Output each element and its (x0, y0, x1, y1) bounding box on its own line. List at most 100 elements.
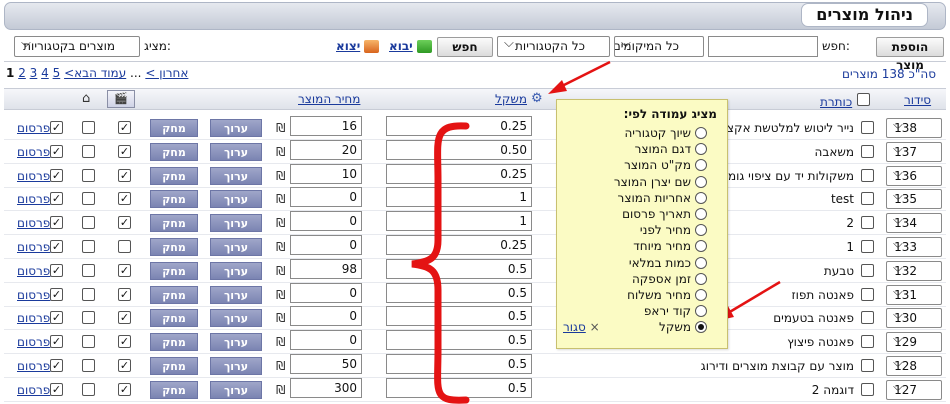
weight-input[interactable]: 1 (386, 187, 532, 208)
page-link-5[interactable]: 5 (53, 66, 61, 80)
weight-input[interactable]: 0.25 (386, 116, 532, 136)
publish-checkbox[interactable]: ✓ (50, 359, 63, 372)
row-checkbox[interactable] (861, 240, 874, 253)
popup-option-radio[interactable] (695, 224, 707, 237)
category-select[interactable]: כל הקטגוריות (497, 36, 610, 57)
row-checkbox[interactable] (861, 192, 874, 206)
edit-button[interactable]: ערוך (210, 238, 262, 256)
edit-button[interactable]: ערוך (210, 142, 262, 161)
popup-option-label[interactable]: אחריות המוצר (618, 191, 691, 205)
price-input[interactable]: 10 (290, 163, 362, 184)
delete-button[interactable]: מחק (150, 380, 198, 399)
popup-option-label[interactable]: כמות במלאי (629, 256, 691, 270)
delete-button[interactable]: מחק (150, 309, 198, 328)
image-column-icon[interactable]: 🎬 (107, 90, 135, 108)
flag-checkbox-b[interactable] (82, 121, 95, 134)
edit-button[interactable]: ערוך (210, 214, 262, 233)
publish-link[interactable]: פרסום (17, 240, 50, 254)
delete-button[interactable]: מחק (150, 142, 198, 161)
popup-option-label[interactable]: משקל (659, 320, 691, 334)
popup-option-label[interactable]: שם יצרן המוצר (614, 175, 691, 189)
row-checkbox[interactable] (861, 335, 874, 349)
popup-option-radio[interactable] (695, 272, 707, 285)
product-name[interactable]: פאנטה בטעמים (773, 311, 854, 325)
publish-link[interactable]: פרסום (17, 359, 50, 373)
order-select[interactable]: 130 (886, 308, 942, 329)
edit-button[interactable]: ערוך (210, 261, 262, 280)
delete-button[interactable]: מחק (150, 119, 198, 137)
flag-checkbox-a[interactable]: ✓ (118, 311, 131, 325)
flag-checkbox-a[interactable]: ✓ (118, 121, 131, 134)
popup-option-radio[interactable] (695, 321, 707, 334)
price-input[interactable]: 0 (290, 306, 362, 327)
order-select[interactable]: 133 (886, 237, 942, 257)
weight-input[interactable]: 0.5 (386, 306, 532, 327)
product-name[interactable]: 1 (846, 240, 854, 254)
publish-link[interactable]: פרסום (17, 311, 50, 325)
column-order[interactable]: סידור (904, 93, 931, 107)
product-name[interactable]: מוצר עם קבוצת מוצרים ודירוג (701, 359, 854, 373)
price-input[interactable]: 300 (290, 377, 362, 398)
weight-input[interactable]: 0.50 (386, 139, 532, 160)
flag-checkbox-a[interactable]: ✓ (118, 144, 131, 158)
select-all-checkbox[interactable] (857, 93, 870, 106)
column-price[interactable]: מחיר המוצר (298, 92, 360, 106)
column-weight[interactable]: משקל (495, 92, 527, 106)
publish-checkbox[interactable]: ✓ (50, 263, 63, 277)
flag-checkbox-b[interactable] (82, 359, 95, 372)
row-checkbox[interactable] (861, 263, 874, 277)
publish-checkbox[interactable]: ✓ (50, 168, 63, 182)
publish-link[interactable]: פרסום (17, 335, 50, 349)
product-name[interactable]: טבעת (824, 264, 854, 278)
popup-option-radio[interactable] (695, 240, 707, 253)
publish-checkbox[interactable]: ✓ (50, 382, 63, 396)
page-link-3[interactable]: 3 (30, 66, 38, 80)
edit-button[interactable]: ערוך (210, 357, 262, 375)
flag-checkbox-a[interactable]: ✓ (118, 359, 131, 372)
edit-button[interactable]: ערוך (210, 190, 262, 209)
price-input[interactable]: 16 (290, 116, 362, 136)
price-input[interactable]: 50 (290, 354, 362, 374)
weight-input[interactable]: 0.5 (386, 377, 532, 398)
flag-checkbox-a[interactable] (118, 240, 131, 253)
edit-button[interactable]: ערוך (210, 119, 262, 137)
import-link[interactable]: יבוא (389, 39, 432, 53)
popup-option-radio[interactable] (695, 175, 707, 188)
flag-checkbox-b[interactable] (82, 311, 95, 325)
price-input[interactable]: 0 (290, 211, 362, 232)
product-name[interactable]: משקולות יד עם ציפוי גומי (725, 169, 854, 183)
popup-close-link[interactable]: סגור (563, 320, 586, 334)
delete-button[interactable]: מחק (150, 238, 198, 256)
popup-option-label[interactable]: זמן אספקה (632, 272, 691, 286)
popup-option-label[interactable]: מחיר מיוחד (633, 239, 691, 253)
publish-checkbox[interactable]: ✓ (50, 216, 63, 230)
row-checkbox[interactable] (861, 287, 874, 301)
row-checkbox[interactable] (861, 359, 874, 372)
flag-checkbox-a[interactable]: ✓ (118, 382, 131, 396)
page-link-2[interactable]: 2 (18, 66, 26, 80)
row-checkbox[interactable] (861, 311, 874, 325)
popup-option-label[interactable]: קוד יראפ (644, 304, 691, 318)
popup-option-radio[interactable] (695, 305, 707, 318)
close-icon[interactable]: × (590, 320, 600, 334)
delete-button[interactable]: מחק (150, 261, 198, 280)
popup-option-radio[interactable] (695, 289, 707, 301)
publish-link[interactable]: פרסום (17, 216, 50, 230)
publish-link[interactable]: פרסום (17, 288, 50, 302)
flag-checkbox-b[interactable] (82, 263, 95, 277)
popup-option-radio[interactable] (695, 191, 707, 204)
search-button[interactable]: חפש (437, 37, 493, 57)
publish-checkbox[interactable]: ✓ (50, 287, 63, 301)
weight-input[interactable]: 0.5 (386, 330, 532, 351)
settings-gear-icon[interactable]: ⚙ (531, 91, 543, 106)
weight-input[interactable]: 0.25 (386, 163, 532, 184)
popup-option-radio[interactable] (695, 159, 707, 172)
flag-checkbox-a[interactable]: ✓ (118, 287, 131, 301)
delete-button[interactable]: מחק (150, 214, 198, 233)
delete-button[interactable]: מחק (150, 285, 198, 304)
popup-option-radio[interactable] (695, 127, 707, 139)
order-select[interactable]: 135 (886, 189, 942, 210)
weight-input[interactable]: 0.25 (386, 235, 532, 255)
row-checkbox[interactable] (861, 382, 874, 396)
row-checkbox[interactable] (861, 144, 874, 158)
